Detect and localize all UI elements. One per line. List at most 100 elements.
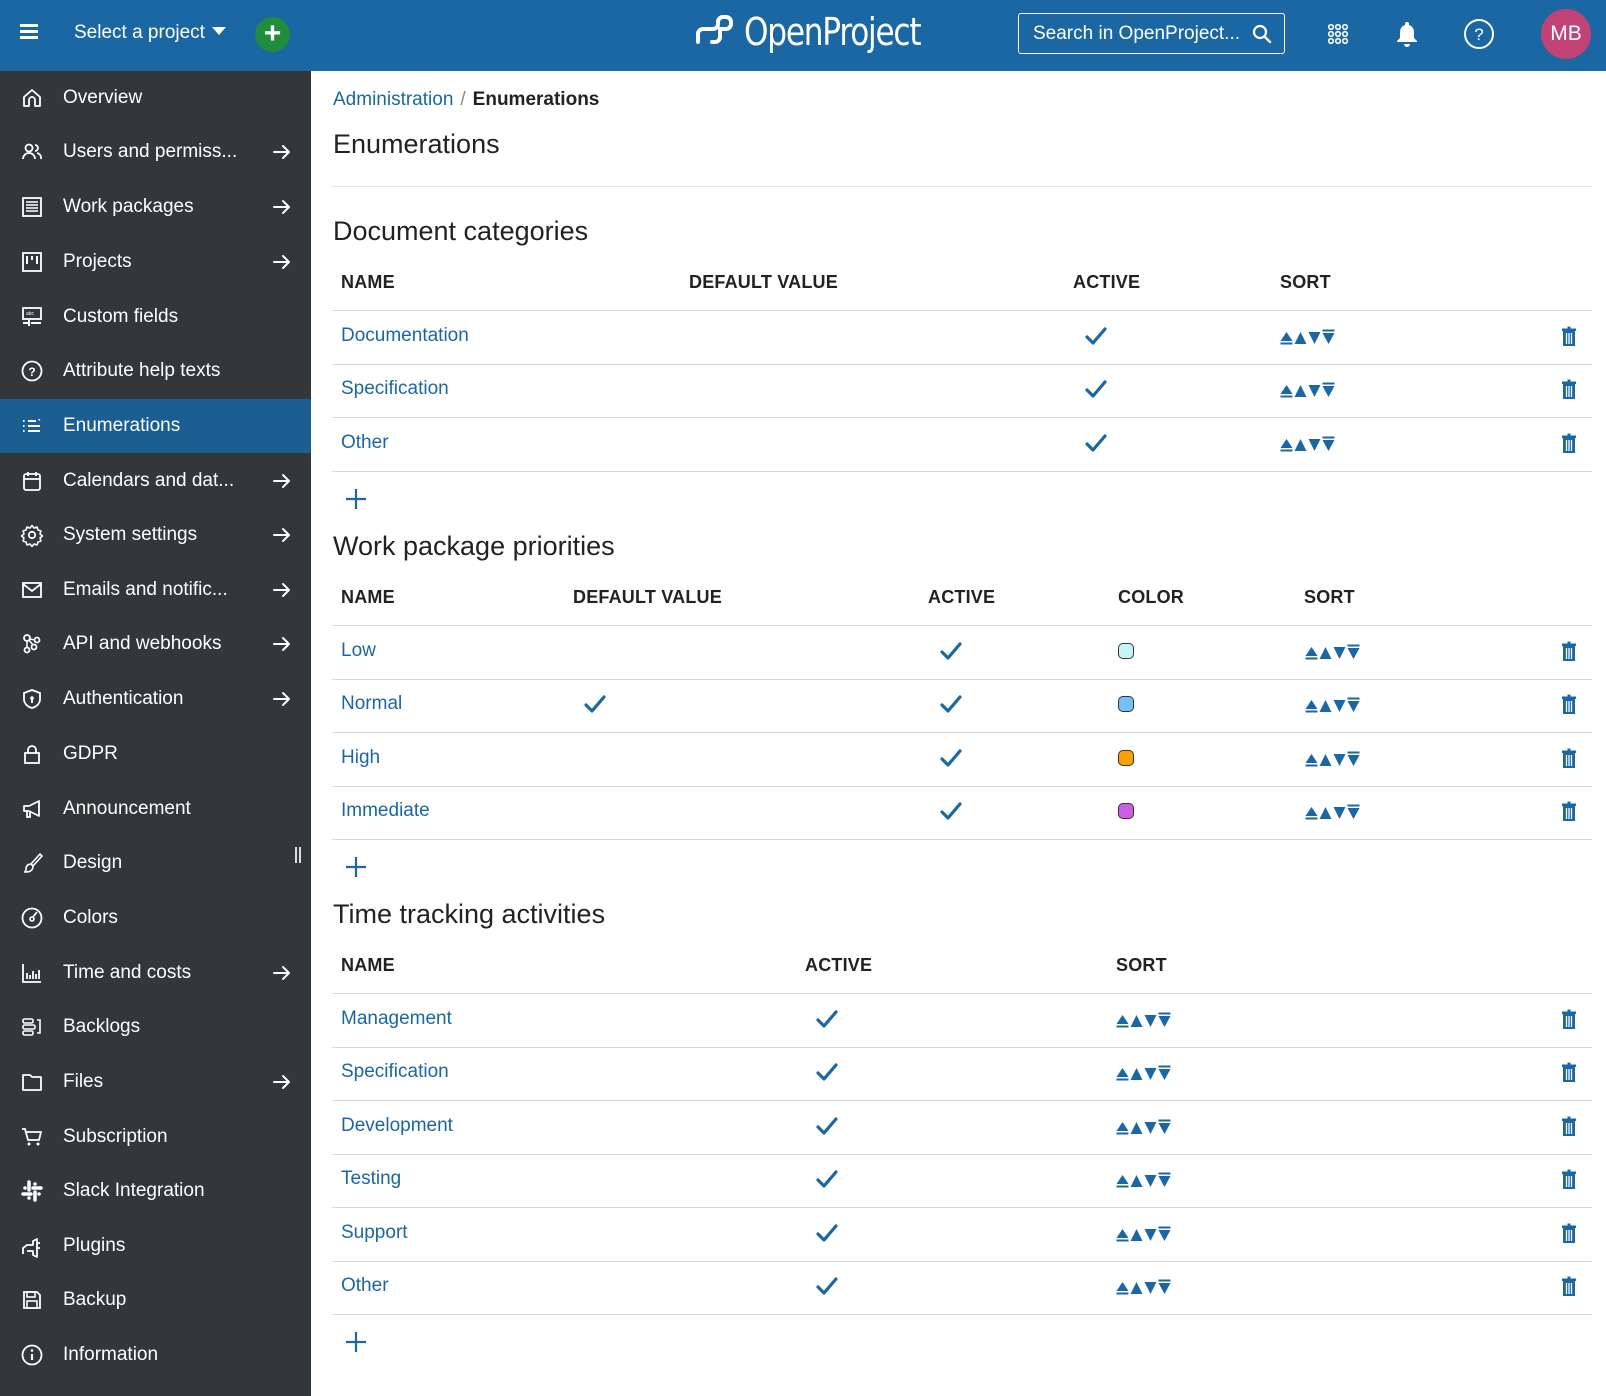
sidebar-item-emails-and-notific[interactable]: Emails and notific... — [0, 563, 311, 617]
move-to-top-icon[interactable] — [1280, 329, 1293, 345]
enumeration-name-link[interactable]: Development — [341, 1115, 453, 1137]
enumeration-name-link[interactable]: Management — [341, 1008, 452, 1030]
delete-trash-icon[interactable] — [1561, 433, 1577, 454]
sidebar-item-overview[interactable]: Overview — [0, 71, 311, 125]
sidebar-item-system-settings[interactable]: System settings — [0, 508, 311, 562]
move-to-top-icon[interactable] — [1305, 751, 1318, 767]
global-search-input[interactable]: Search in OpenProject... — [1018, 13, 1285, 54]
move-to-top-icon[interactable] — [1116, 1119, 1129, 1135]
sidebar-item-users-and-permiss[interactable]: Users and permiss... — [0, 125, 311, 179]
sidebar-item-slack-integration[interactable]: Slack Integration — [0, 1164, 311, 1218]
move-to-top-icon[interactable] — [1116, 1279, 1129, 1295]
project-select-dropdown[interactable]: Select a project — [74, 22, 226, 44]
enumeration-name-link[interactable]: Specification — [341, 1061, 449, 1083]
enumeration-name-link[interactable]: Other — [341, 432, 389, 454]
move-to-top-icon[interactable] — [1305, 804, 1318, 820]
delete-trash-icon[interactable] — [1561, 1116, 1577, 1137]
move-to-top-icon[interactable] — [1116, 1065, 1129, 1081]
delete-trash-icon[interactable] — [1561, 379, 1577, 400]
move-to-bottom-icon[interactable] — [1347, 804, 1360, 820]
move-to-top-icon[interactable] — [1116, 1226, 1129, 1242]
column-header-name[interactable]: NAME — [341, 587, 395, 608]
arrow-right-icon[interactable] — [271, 633, 293, 655]
enumeration-name-link[interactable]: Specification — [341, 378, 449, 400]
move-to-top-icon[interactable] — [1305, 697, 1318, 713]
move-up-icon[interactable] — [1130, 1279, 1143, 1295]
enumeration-name-link[interactable]: Normal — [341, 693, 402, 715]
move-to-bottom-icon[interactable] — [1158, 1012, 1171, 1028]
move-to-bottom-icon[interactable] — [1158, 1172, 1171, 1188]
delete-trash-icon[interactable] — [1561, 801, 1577, 822]
column-header-name[interactable]: NAME — [341, 955, 395, 976]
column-header-active[interactable]: ACTIVE — [1073, 272, 1140, 293]
arrow-right-icon[interactable] — [271, 196, 293, 218]
move-up-icon[interactable] — [1130, 1065, 1143, 1081]
menu-toggle-button[interactable] — [20, 24, 38, 46]
create-new-button[interactable]: + — [255, 17, 290, 52]
sidebar-item-time-and-costs[interactable]: Time and costs — [0, 946, 311, 1000]
move-to-top-icon[interactable] — [1280, 382, 1293, 398]
move-to-bottom-icon[interactable] — [1322, 436, 1335, 452]
move-to-bottom-icon[interactable] — [1158, 1279, 1171, 1295]
move-to-top-icon[interactable] — [1305, 644, 1318, 660]
move-to-bottom-icon[interactable] — [1158, 1119, 1171, 1135]
user-avatar[interactable]: MB — [1541, 9, 1591, 59]
column-header-default-value[interactable]: DEFAULT VALUE — [689, 272, 838, 293]
move-to-bottom-icon[interactable] — [1158, 1065, 1171, 1081]
move-to-bottom-icon[interactable] — [1347, 751, 1360, 767]
move-up-icon[interactable] — [1130, 1119, 1143, 1135]
move-down-icon[interactable] — [1144, 1279, 1157, 1295]
move-up-icon[interactable] — [1294, 436, 1307, 452]
move-to-top-icon[interactable] — [1280, 436, 1293, 452]
delete-trash-icon[interactable] — [1561, 326, 1577, 347]
sidebar-item-attribute-help-texts[interactable]: ? Attribute help texts — [0, 344, 311, 398]
column-header-active[interactable]: ACTIVE — [805, 955, 872, 976]
sidebar-item-work-packages[interactable]: Work packages — [0, 180, 311, 234]
arrow-right-icon[interactable] — [271, 962, 293, 984]
add-enumeration-plus-icon[interactable] — [344, 1330, 368, 1354]
openproject-logo[interactable]: OpenProject — [694, 10, 959, 54]
enumeration-name-link[interactable]: High — [341, 747, 380, 769]
move-up-icon[interactable] — [1319, 697, 1332, 713]
modules-grid-icon[interactable] — [1327, 23, 1349, 45]
sidebar-item-plugins[interactable]: Plugins — [0, 1219, 311, 1273]
move-to-bottom-icon[interactable] — [1158, 1226, 1171, 1242]
move-down-icon[interactable] — [1144, 1065, 1157, 1081]
enumeration-name-link[interactable]: Low — [341, 640, 376, 662]
column-header-sort[interactable]: SORT — [1304, 587, 1355, 608]
arrow-right-icon[interactable] — [271, 470, 293, 492]
notification-bell-icon[interactable] — [1395, 20, 1419, 48]
delete-trash-icon[interactable] — [1561, 1223, 1577, 1244]
move-up-icon[interactable] — [1294, 329, 1307, 345]
move-down-icon[interactable] — [1144, 1012, 1157, 1028]
move-up-icon[interactable] — [1130, 1172, 1143, 1188]
delete-trash-icon[interactable] — [1561, 1062, 1577, 1083]
sidebar-item-backup[interactable]: Backup — [0, 1273, 311, 1327]
sidebar-item-authentication[interactable]: Authentication — [0, 672, 311, 726]
move-down-icon[interactable] — [1144, 1226, 1157, 1242]
move-up-icon[interactable] — [1130, 1012, 1143, 1028]
column-header-sort[interactable]: SORT — [1280, 272, 1331, 293]
arrow-right-icon[interactable] — [271, 524, 293, 546]
enumeration-name-link[interactable]: Testing — [341, 1168, 401, 1190]
move-up-icon[interactable] — [1319, 804, 1332, 820]
arrow-right-icon[interactable] — [271, 579, 293, 601]
column-header-color[interactable]: COLOR — [1118, 587, 1184, 608]
delete-trash-icon[interactable] — [1561, 641, 1577, 662]
move-down-icon[interactable] — [1308, 329, 1321, 345]
move-down-icon[interactable] — [1144, 1119, 1157, 1135]
arrow-right-icon[interactable] — [271, 251, 293, 273]
breadcrumb-administration-link[interactable]: Administration — [333, 89, 453, 111]
add-enumeration-plus-icon[interactable] — [344, 487, 368, 511]
move-to-top-icon[interactable] — [1116, 1172, 1129, 1188]
arrow-right-icon[interactable] — [271, 688, 293, 710]
sidebar-item-enumerations[interactable]: Enumerations — [0, 399, 311, 453]
delete-trash-icon[interactable] — [1561, 1169, 1577, 1190]
sidebar-item-subscription[interactable]: Subscription — [0, 1110, 311, 1164]
move-up-icon[interactable] — [1319, 751, 1332, 767]
arrow-right-icon[interactable] — [271, 1071, 293, 1093]
column-header-active[interactable]: ACTIVE — [928, 587, 995, 608]
delete-trash-icon[interactable] — [1561, 748, 1577, 769]
column-header-default-value[interactable]: DEFAULT VALUE — [573, 587, 722, 608]
sidebar-item-custom-fields[interactable]: abc Custom fields — [0, 290, 311, 344]
